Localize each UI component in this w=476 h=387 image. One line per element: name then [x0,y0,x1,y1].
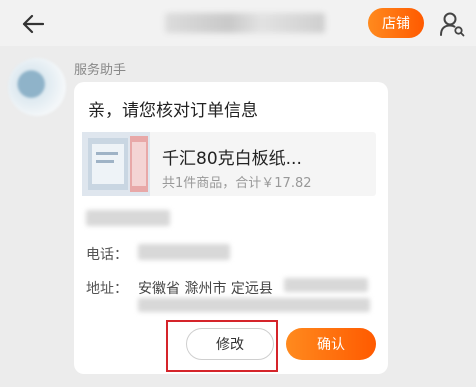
address-region: 安徽省 滁州市 定远县 [138,281,273,297]
phone-number-redacted [138,244,230,260]
product-total: 共1件商品，合计￥17.82 [162,176,312,191]
sender-avatar[interactable] [8,58,66,116]
back-button[interactable] [18,9,48,39]
address-line2-redacted [138,298,370,312]
recipient-name-redacted [86,210,170,226]
confirm-button[interactable]: 确认 [286,328,376,360]
top-bar: 店铺 [0,0,476,46]
user-search-button[interactable] [437,10,467,38]
store-button[interactable]: 店铺 [368,8,424,38]
sender-name: 服务助手 [74,63,127,78]
card-title: 亲，请您核对订单信息 [88,101,258,121]
chat-title-redacted [165,13,325,33]
arrow-left-icon [22,14,44,34]
product-summary-box[interactable]: 千汇80克白板纸... 共1件商品，合计￥17.82 [82,132,376,196]
address-label: 地址： [86,281,128,297]
product-name: 千汇80克白板纸... [162,149,302,169]
address-detail-redacted [284,278,368,292]
user-search-icon [440,12,465,37]
modify-highlight-annotation [166,320,278,372]
phone-label: 电话： [86,247,128,263]
product-thumbnail [82,132,150,196]
